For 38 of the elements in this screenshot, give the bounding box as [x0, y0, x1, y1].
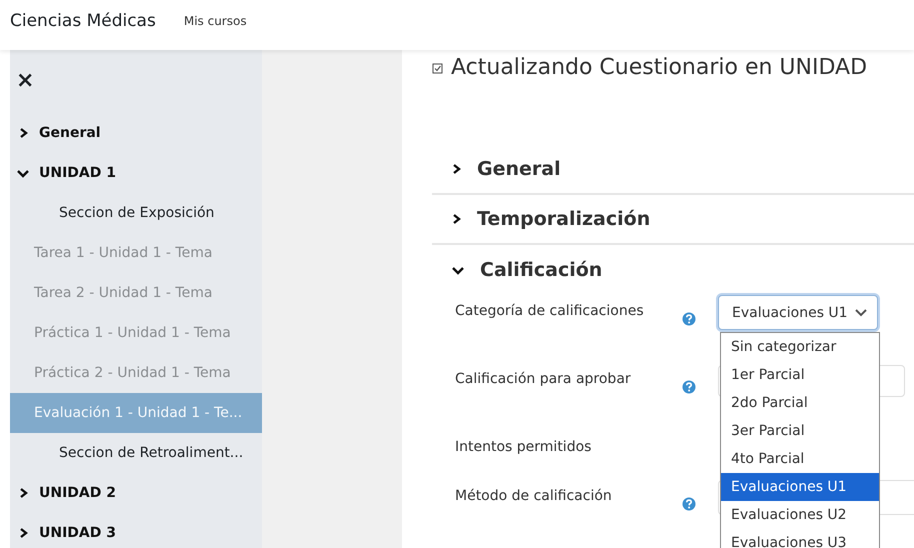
section-header[interactable]: Temporalización: [432, 195, 914, 245]
caret-icon: [855, 308, 867, 317]
dropdown-option[interactable]: Evaluaciones U3: [721, 529, 879, 548]
close-button[interactable]: ×: [10, 50, 262, 110]
section-header[interactable]: Calificación: [432, 245, 914, 295]
section-header[interactable]: General: [432, 145, 914, 195]
chevron-right-icon: [18, 527, 28, 539]
help-icon[interactable]: [682, 312, 696, 326]
dropdown-option[interactable]: Evaluaciones U1: [721, 473, 879, 501]
help-icon[interactable]: [682, 497, 696, 511]
nav-link[interactable]: Mis cursos: [184, 14, 247, 28]
dropdown-option[interactable]: 4to Parcial: [721, 445, 879, 473]
dropdown-option[interactable]: Sin categorizar: [721, 333, 879, 361]
dropdown-option[interactable]: 3er Parcial: [721, 417, 879, 445]
field-label: Categoría de calificaciones: [455, 302, 645, 319]
field-label: Calificación para aprobar: [455, 370, 632, 387]
sidebar-item[interactable]: Seccion de Retroaliment...: [10, 433, 262, 473]
section-item[interactable]: General: [10, 113, 262, 153]
dropdown-option[interactable]: Evaluaciones U2: [721, 501, 879, 529]
chevron-down-icon: [452, 265, 464, 275]
section-item[interactable]: UNIDAD 1: [10, 153, 262, 193]
field-label: Intentos permitidos: [455, 438, 592, 455]
page-title: Actualizando Cuestionario en UNIDAD: [451, 54, 868, 82]
chevron-down-icon: [17, 168, 29, 178]
chevron-right-icon: [18, 487, 28, 499]
chevron-right-icon: [452, 213, 461, 225]
field-label: Método de calificación: [455, 487, 613, 504]
category-select[interactable]: Evaluaciones U1: [718, 295, 878, 330]
chevron-right-icon: [18, 127, 28, 139]
chevron-right-icon: [452, 163, 461, 175]
sidebar-item[interactable]: Seccion de Exposición: [10, 193, 262, 233]
dropdown-option[interactable]: 2do Parcial: [721, 389, 879, 417]
help-icon[interactable]: [682, 380, 696, 394]
site-name[interactable]: Ciencias Médicas: [10, 11, 156, 31]
section-item[interactable]: UNIDAD 2: [10, 473, 262, 513]
section-item[interactable]: UNIDAD 3: [10, 513, 262, 548]
quiz-icon: [432, 62, 443, 74]
dropdown-option[interactable]: 1er Parcial: [721, 361, 879, 389]
